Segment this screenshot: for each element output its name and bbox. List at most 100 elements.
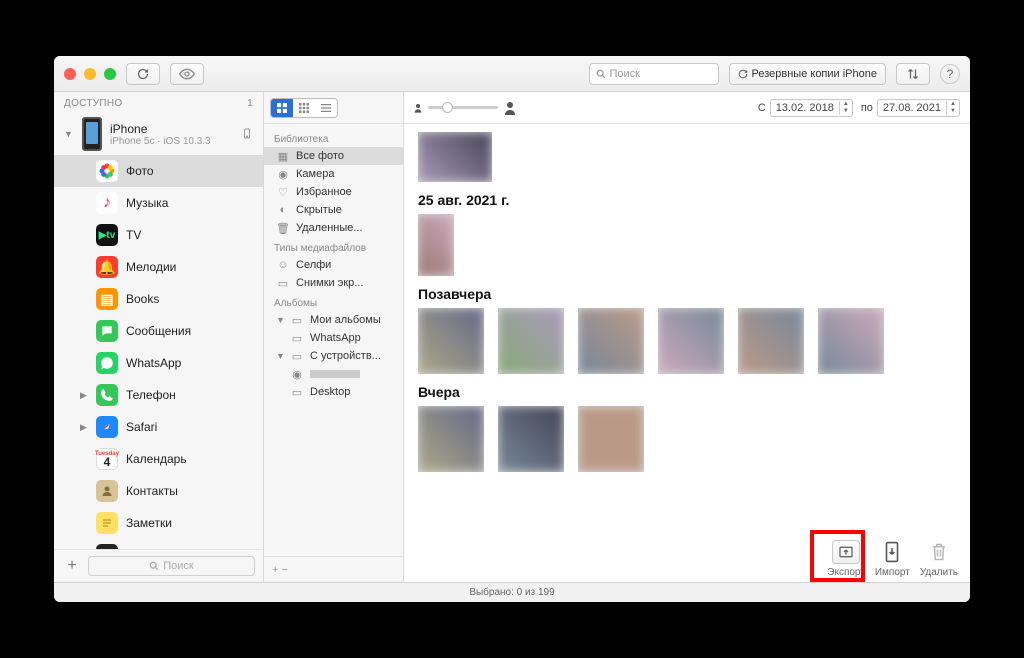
my-albums-row[interactable]: ▼▭Мои альбомы bbox=[264, 311, 403, 329]
device-name: iPhone bbox=[110, 122, 211, 136]
export-icon bbox=[832, 540, 860, 564]
sort-button[interactable] bbox=[896, 63, 930, 85]
sidebar-item-label: Заметки bbox=[126, 516, 172, 530]
thumbnail-row bbox=[418, 406, 956, 472]
photo-thumbnail[interactable] bbox=[578, 308, 644, 374]
status-bar: Выбрано: 0 из 199 bbox=[54, 582, 970, 602]
date-stepper[interactable]: ▲▼ bbox=[946, 101, 959, 115]
status-text: Выбрано: 0 из 199 bbox=[469, 587, 554, 598]
refresh-button[interactable] bbox=[126, 63, 160, 85]
person-large-icon bbox=[504, 101, 516, 115]
close-window-button[interactable] bbox=[64, 68, 76, 80]
eject-icon[interactable] bbox=[241, 127, 253, 141]
grid-view-icon[interactable] bbox=[271, 99, 293, 117]
sidebar-item-bell[interactable]: 🔔Мелодии bbox=[54, 251, 263, 283]
contact-icon bbox=[96, 480, 118, 502]
action-bar: Экспорт Импорт Удалить bbox=[827, 540, 958, 578]
sidebar-item-cal[interactable]: Tuesday4Календарь bbox=[54, 443, 263, 475]
sidebar-list: Фото ♪Музыка▶tvTV🔔Мелодии ▤ Books Сообщения W… bbox=[54, 155, 263, 549]
sidebar-item-voice[interactable]: Диктофон bbox=[54, 539, 263, 549]
library-item[interactable]: ▦Все фото bbox=[264, 147, 403, 165]
bell-icon: 🔔 bbox=[96, 256, 118, 278]
library-item[interactable]: ◉Камера bbox=[264, 165, 403, 183]
sidebar-item-msg[interactable]: Сообщения bbox=[54, 315, 263, 347]
view-mode-segment[interactable] bbox=[270, 98, 338, 118]
tv-icon: ▶tv bbox=[96, 224, 118, 246]
list-view-icon[interactable] bbox=[315, 99, 337, 117]
zoom-window-button[interactable] bbox=[104, 68, 116, 80]
sidebar-item-photos[interactable]: Фото bbox=[54, 155, 263, 187]
date-from-input[interactable]: 13.02. 2018▲▼ bbox=[770, 99, 853, 117]
device-row[interactable]: ▼ iPhone iPhone 5c · iOS 10.3.3 bbox=[54, 113, 263, 155]
slider-knob[interactable] bbox=[442, 102, 453, 113]
thumbnail-row bbox=[418, 132, 956, 182]
preview-button[interactable] bbox=[170, 63, 204, 85]
add-album-button[interactable]: + bbox=[272, 564, 278, 576]
photo-thumbnail[interactable] bbox=[498, 308, 564, 374]
library-item[interactable]: ◐Скрытые bbox=[264, 201, 403, 219]
folder-icon: ▭ bbox=[290, 332, 304, 344]
photo-thumbnail[interactable] bbox=[658, 308, 724, 374]
device-sub: iPhone 5c · iOS 10.3.3 bbox=[110, 136, 211, 147]
desktop-album-row[interactable]: ▭Desktop bbox=[264, 383, 403, 401]
date-to-input[interactable]: 27.08. 2021▲▼ bbox=[877, 99, 960, 117]
remove-album-button[interactable]: − bbox=[282, 564, 288, 576]
media-type-item[interactable]: ☺Селфи bbox=[264, 256, 403, 274]
library-item[interactable]: ♡Избранное bbox=[264, 183, 403, 201]
add-button[interactable]: + bbox=[62, 557, 82, 575]
sidebar-item-wa[interactable]: WhatsApp bbox=[54, 347, 263, 379]
photo-thumbnail[interactable] bbox=[738, 308, 804, 374]
small-grid-view-icon[interactable] bbox=[293, 99, 315, 117]
sidebar-header: ДОСТУПНО 1 bbox=[54, 92, 263, 113]
book-icon: ▤ bbox=[96, 288, 118, 310]
photo-thumbnail[interactable] bbox=[418, 406, 484, 472]
sidebar-item-label: Телефон bbox=[126, 388, 176, 402]
library-footer: + − bbox=[264, 556, 403, 582]
photo-thumbnail[interactable] bbox=[418, 132, 492, 182]
search-icon bbox=[596, 69, 606, 79]
main-toolbar: С 13.02. 2018▲▼ по 27.08. 2021▲▼ bbox=[404, 92, 970, 124]
sidebar-item-music[interactable]: ♪Музыка bbox=[54, 187, 263, 219]
photo-thumbnail[interactable] bbox=[418, 214, 454, 276]
sidebar-item-label: Сообщения bbox=[126, 324, 191, 338]
sidebar-item-label: Books bbox=[126, 292, 159, 306]
photo-grid: 25 авг. 2021 г.ПозавчераВчера bbox=[404, 124, 970, 582]
photo-thumbnail[interactable] bbox=[498, 406, 564, 472]
sidebar-item-label: Фото bbox=[126, 164, 154, 178]
folder-icon: ▭ bbox=[290, 314, 304, 326]
from-device-row[interactable]: ▼▭С устройств... bbox=[264, 347, 403, 365]
date-group-title: 25 авг. 2021 г. bbox=[418, 192, 956, 208]
album-whatsapp[interactable]: ▭WhatsApp bbox=[264, 329, 403, 347]
import-button[interactable]: Импорт bbox=[875, 540, 910, 578]
help-button[interactable]: ? bbox=[940, 64, 960, 84]
date-from-group: С 13.02. 2018▲▼ bbox=[758, 99, 853, 117]
sidebar-item-book[interactable]: ▤ Books bbox=[54, 283, 263, 315]
global-search[interactable]: Поиск bbox=[589, 63, 719, 85]
albums-header: Альбомы bbox=[264, 292, 403, 311]
device-album-row[interactable]: ◉ bbox=[264, 365, 403, 383]
sidebar-item-label: Календарь bbox=[126, 452, 187, 466]
search-icon bbox=[149, 561, 159, 571]
backups-button[interactable]: Резервные копии iPhone bbox=[729, 63, 887, 85]
delete-button[interactable]: Удалить bbox=[920, 540, 958, 578]
photo-thumbnail[interactable] bbox=[418, 308, 484, 374]
folder-icon: ▭ bbox=[290, 350, 304, 362]
sidebar-search[interactable]: Поиск bbox=[88, 556, 255, 576]
media-type-item[interactable]: ▭Снимки экр... bbox=[264, 274, 403, 292]
window-controls bbox=[64, 68, 116, 80]
photo-thumbnail[interactable] bbox=[818, 308, 884, 374]
minimize-window-button[interactable] bbox=[84, 68, 96, 80]
sidebar-item-contact[interactable]: Контакты bbox=[54, 475, 263, 507]
photo-thumbnail[interactable] bbox=[578, 406, 644, 472]
device-count: 1 bbox=[247, 98, 253, 109]
sidebar-item-safari[interactable]: ▶Safari bbox=[54, 411, 263, 443]
sidebar-item-note[interactable]: Заметки bbox=[54, 507, 263, 539]
sort-icon bbox=[907, 68, 919, 80]
thumbnail-size-slider[interactable] bbox=[414, 101, 516, 115]
sidebar-item-tv[interactable]: ▶tvTV bbox=[54, 219, 263, 251]
search-placeholder: Поиск bbox=[610, 68, 640, 80]
sidebar-item-phone[interactable]: ▶Телефон bbox=[54, 379, 263, 411]
library-item[interactable]: 🗑Удаленные... bbox=[264, 219, 403, 237]
date-stepper[interactable]: ▲▼ bbox=[839, 101, 852, 115]
export-button[interactable]: Экспорт bbox=[827, 540, 865, 578]
